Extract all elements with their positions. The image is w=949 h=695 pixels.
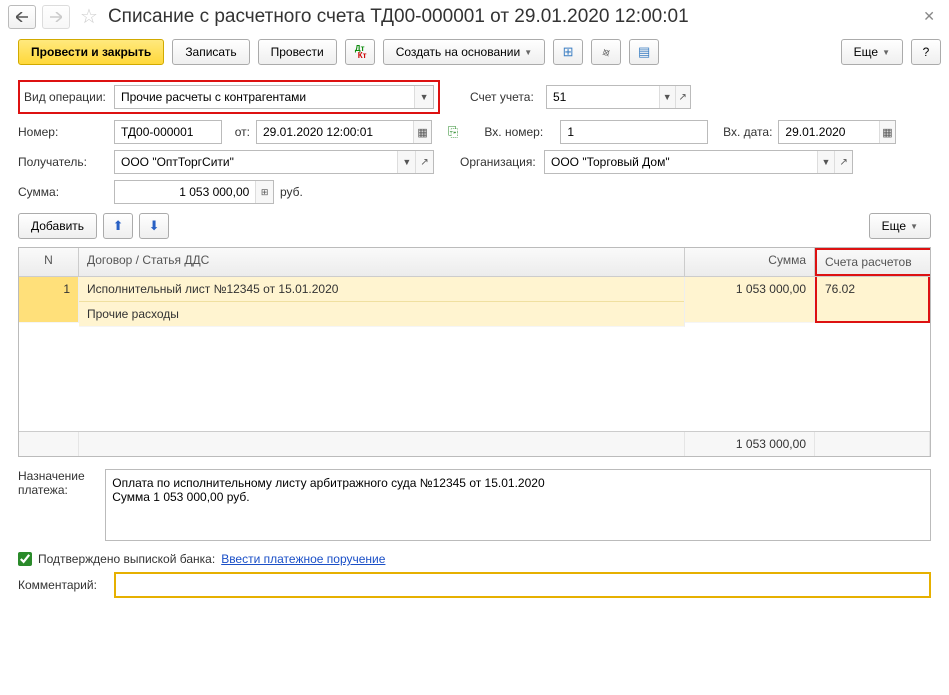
dt-kt-icon: ДтКт — [353, 45, 367, 59]
comment-input[interactable] — [114, 572, 931, 598]
comment-label: Комментарий: — [18, 578, 108, 592]
chevron-down-icon: ▼ — [910, 222, 918, 231]
table-more-button[interactable]: Еще ▼ — [869, 213, 931, 239]
open-icon: ↗ — [839, 157, 847, 168]
attachments-button[interactable]: 𖦏 — [591, 39, 621, 65]
create-payment-order-link[interactable]: Ввести платежное поручение — [221, 552, 385, 566]
inc-num-input[interactable] — [561, 121, 707, 143]
footer-sum: 1 053 000,00 — [685, 432, 815, 456]
inc-date-input[interactable] — [779, 121, 878, 143]
cell-contract: Исполнительный лист №12345 от 15.01.2020… — [79, 277, 685, 327]
recipient-open[interactable]: ↗ — [415, 151, 433, 173]
sum-calc[interactable]: ⊞ — [255, 181, 273, 203]
recipient-input[interactable] — [115, 151, 397, 173]
create-based-on-button[interactable]: Создать на основании ▼ — [383, 39, 545, 65]
table-row[interactable]: 1 Исполнительный лист №12345 от 15.01.20… — [19, 277, 930, 327]
col-contract[interactable]: Договор / Статья ДДС — [79, 248, 685, 276]
bank-confirmed-label: Подтверждено выпиской банка: — [38, 552, 215, 566]
purpose-label: Назначение платежа: — [18, 469, 99, 497]
cell-account: 76.02 — [815, 277, 930, 323]
move-down-button[interactable]: ⬇ — [139, 213, 169, 239]
move-up-button[interactable]: ⬆ — [103, 213, 133, 239]
forward-button — [42, 5, 70, 29]
account-dropdown[interactable]: ▼ — [659, 86, 675, 108]
add-row-button[interactable]: Добавить — [18, 213, 97, 239]
close-button[interactable]: ✕ — [917, 6, 941, 27]
rows-table: N Договор / Статья ДДС Сумма Счета расче… — [18, 247, 931, 457]
recipient-dropdown[interactable]: ▼ — [397, 151, 415, 173]
chevron-down-icon: ▼ — [882, 48, 890, 57]
page-title: Списание с расчетного счета ТД00-000001 … — [108, 6, 689, 28]
arrow-right-icon — [50, 12, 62, 22]
purpose-textarea[interactable] — [105, 469, 931, 541]
open-icon: ↗ — [679, 92, 687, 103]
inc-date-calendar[interactable]: ▦ — [879, 121, 896, 143]
help-button[interactable]: ? — [911, 39, 941, 65]
inc-num-label: Вх. номер: — [484, 125, 554, 139]
recipient-label: Получатель: — [18, 155, 108, 169]
inc-date-label: Вх. дата: — [714, 125, 772, 139]
col-sum[interactable]: Сумма — [685, 248, 815, 276]
arrow-down-icon: ⬇ — [149, 218, 160, 234]
calculator-icon: ⊞ — [261, 187, 269, 198]
structure-icon: ⊞ — [563, 44, 574, 60]
op-type-dropdown[interactable]: ▼ — [414, 86, 433, 108]
org-dropdown[interactable]: ▼ — [817, 151, 835, 173]
arrow-left-icon — [16, 12, 28, 22]
currency-label: руб. — [280, 185, 303, 199]
from-label: от: — [228, 125, 250, 139]
org-open[interactable]: ↗ — [834, 151, 852, 173]
save-button[interactable]: Записать — [172, 39, 249, 65]
cell-n: 1 — [19, 277, 79, 323]
calendar-icon: ▦ — [882, 126, 892, 139]
back-button[interactable] — [8, 5, 36, 29]
sum-label: Сумма: — [18, 185, 108, 199]
date-input[interactable] — [257, 121, 413, 143]
arrow-up-icon: ⬆ — [113, 218, 124, 234]
op-type-label: Вид операции: — [24, 90, 114, 104]
calendar-icon: ▦ — [417, 126, 427, 139]
number-input[interactable] — [115, 121, 221, 143]
org-input[interactable] — [545, 151, 817, 173]
account-label: Счет учета: — [470, 90, 540, 104]
sum-input[interactable] — [115, 181, 255, 203]
col-n[interactable]: N — [19, 248, 79, 276]
account-open[interactable]: ↗ — [675, 86, 691, 108]
paperclip-icon: 𖦏 — [597, 42, 614, 62]
cell-sum: 1 053 000,00 — [685, 277, 815, 323]
op-type-input[interactable] — [115, 86, 414, 108]
post-and-close-button[interactable]: Провести и закрыть — [18, 39, 164, 65]
confirmed-icon[interactable]: ⎘ — [448, 124, 458, 140]
date-calendar[interactable]: ▦ — [413, 121, 431, 143]
col-account[interactable]: Счета расчетов — [815, 248, 930, 276]
open-icon: ↗ — [420, 157, 428, 168]
list-icon: ▤ — [638, 44, 650, 60]
favorite-star-icon[interactable]: ☆ — [80, 4, 98, 29]
number-label: Номер: — [18, 125, 108, 139]
structure-button[interactable]: ⊞ — [553, 39, 583, 65]
dt-kt-button[interactable]: ДтКт — [345, 39, 375, 65]
report-button[interactable]: ▤ — [629, 39, 659, 65]
chevron-down-icon: ▼ — [524, 48, 532, 57]
bank-confirmed-checkbox[interactable] — [18, 552, 32, 566]
more-button[interactable]: Еще ▼ — [841, 39, 903, 65]
account-input[interactable] — [547, 86, 659, 108]
post-button[interactable]: Провести — [258, 39, 337, 65]
org-label: Организация: — [460, 155, 538, 169]
